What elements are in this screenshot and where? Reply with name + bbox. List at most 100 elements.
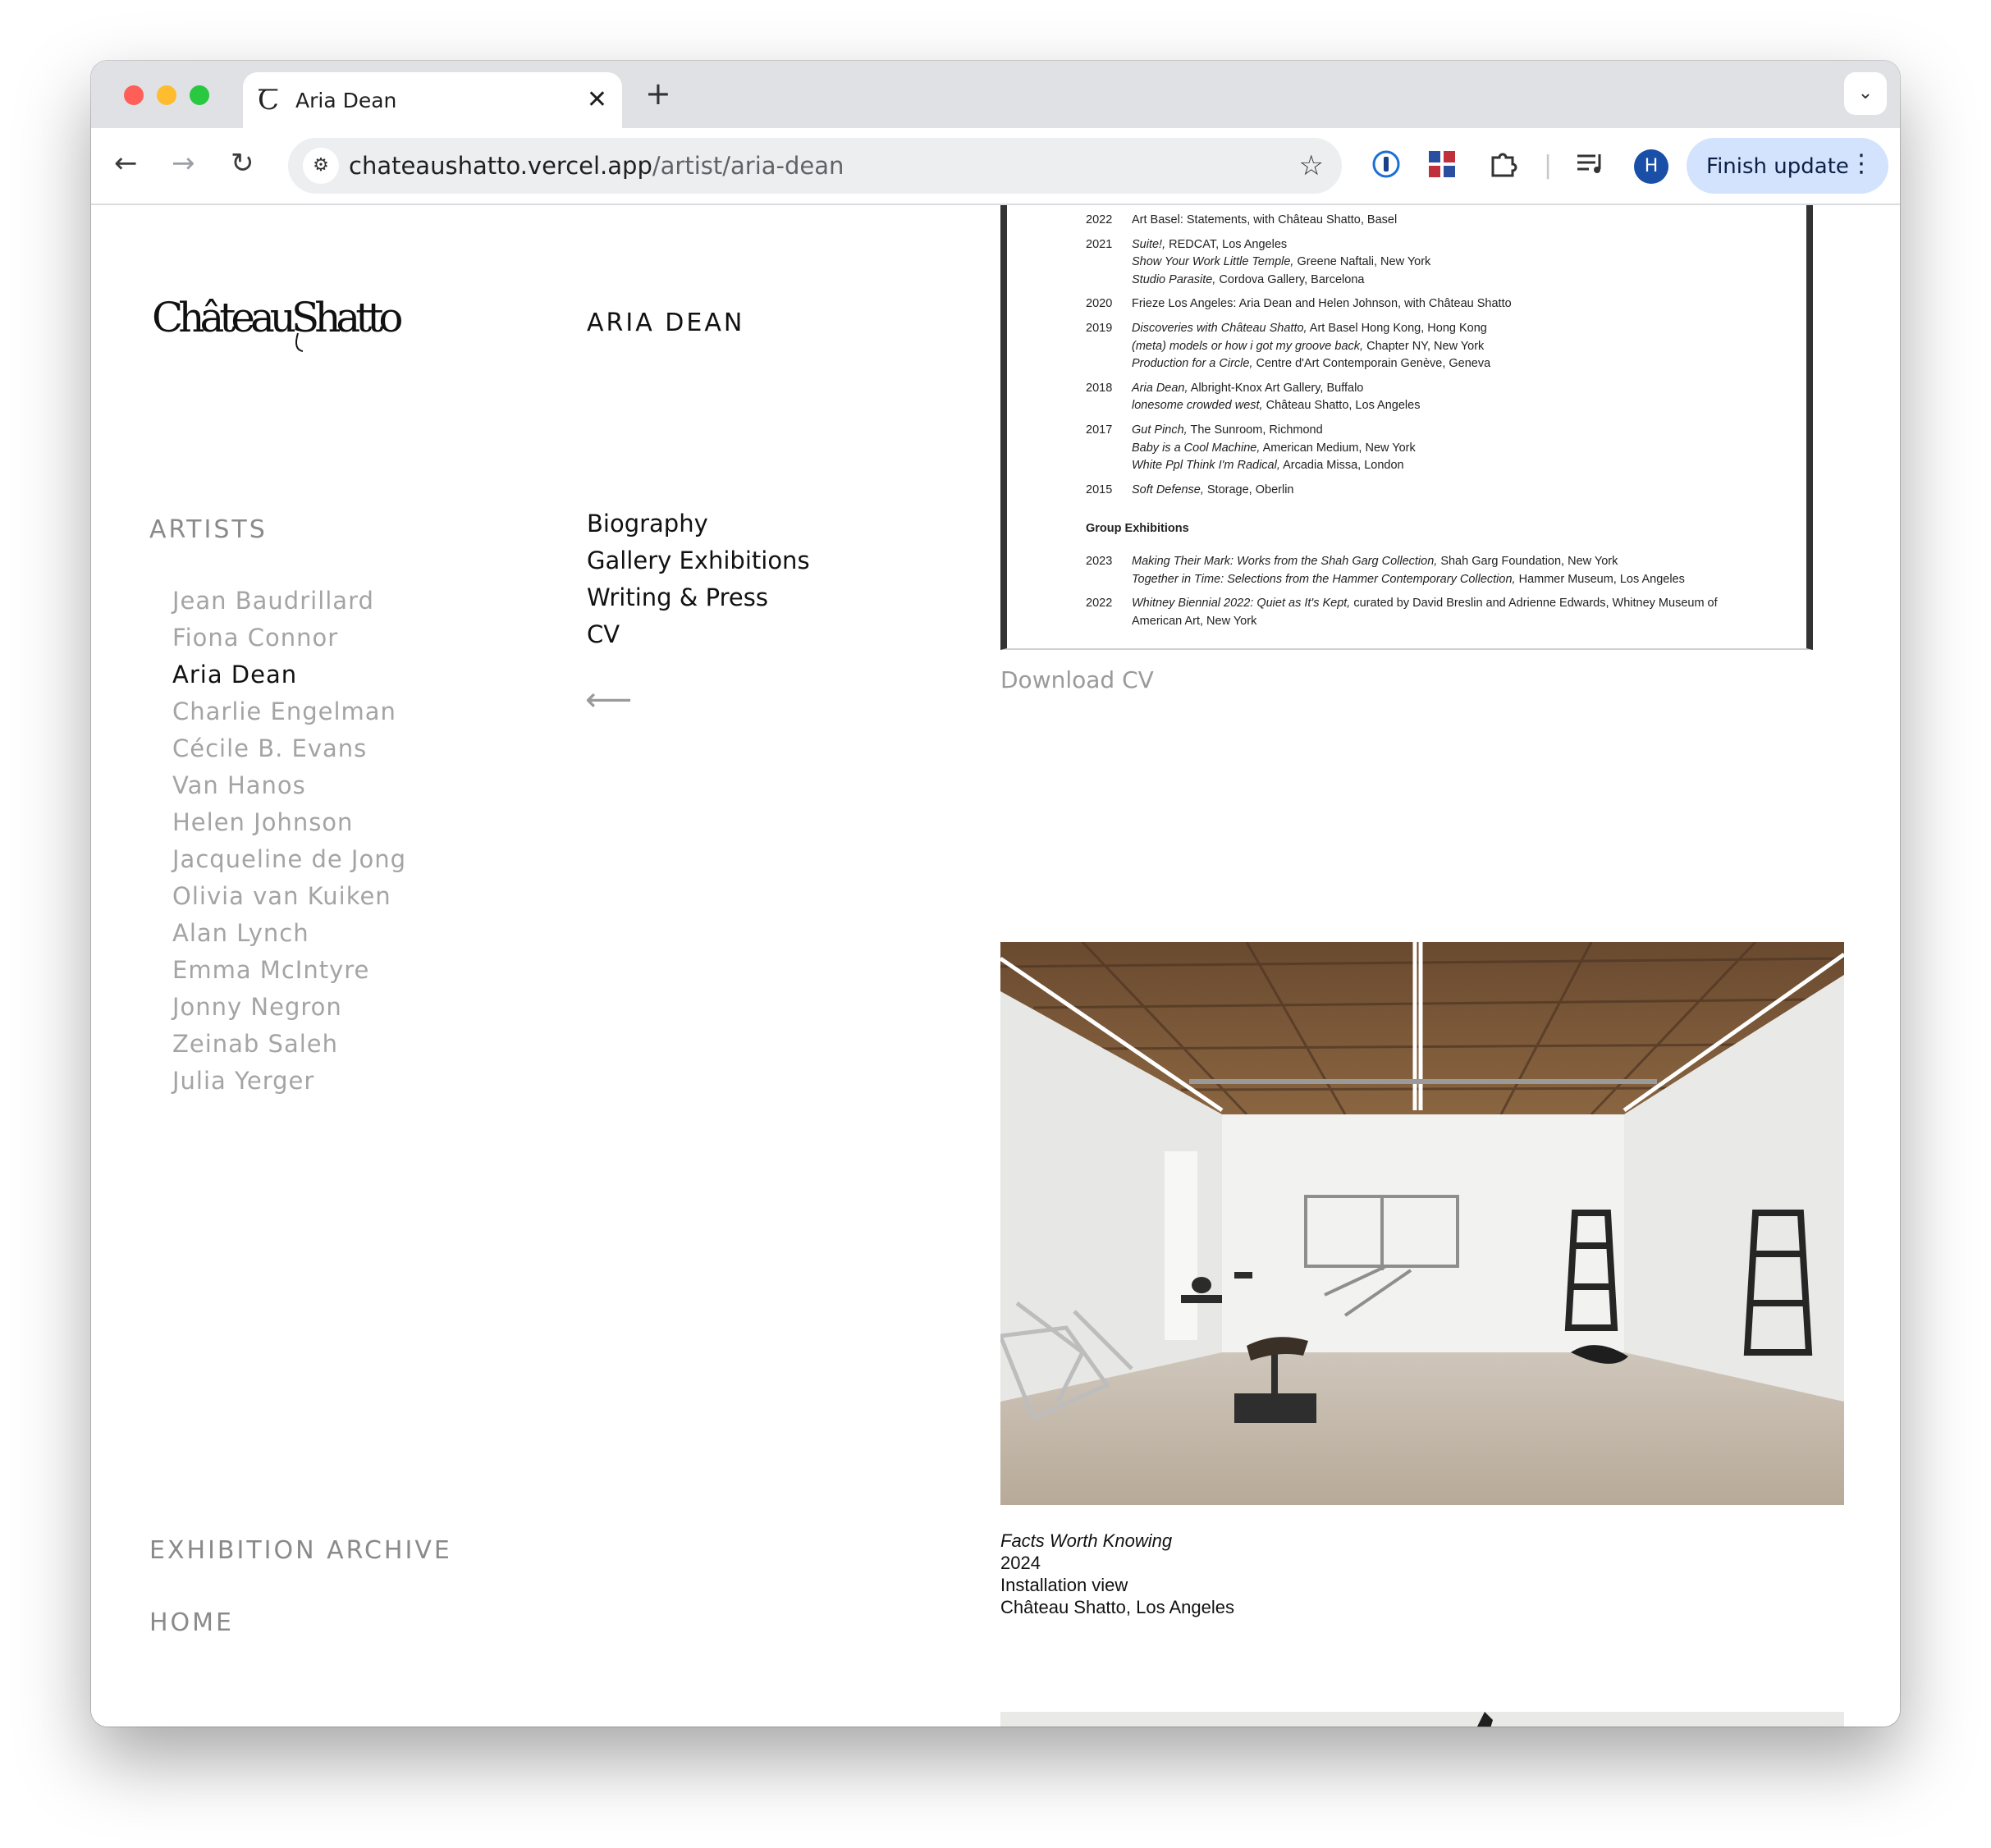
artist-link[interactable]: Jean Baudrillard [172,583,406,620]
cv-entry-line: Production for a Circle, Centre d'Art Co… [1132,357,1490,370]
cv-year: 2022 [1086,597,1113,611]
cv-venue: Centre d'Art Contemporain Genève, Geneva [1252,357,1491,371]
cv-venue: American Medium, New York [1260,441,1416,455]
cv-entry-line: Aria Dean, Albright-Knox Art Gallery, Bu… [1132,382,1363,395]
cv-venue: Shah Garg Foundation, New York [1437,555,1618,568]
site-info-icon[interactable]: ⚙ [303,148,339,184]
new-tab-icon[interactable]: + [645,77,671,110]
artist-link[interactable]: Zeinab Saleh [172,1026,406,1063]
browser-window: Ꞇ Aria Dean ✕ + ⌄ ← → ↻ ⚙ chateaushatto.… [91,61,1900,1727]
second-artwork-image[interactable] [1000,1712,1844,1727]
caption-title: Facts Worth Knowing [1000,1530,1173,1551]
subnav-link[interactable]: Writing & Press [587,579,810,616]
artist-link[interactable]: Fiona Connor [172,620,406,656]
cv-venue: Hammer Museum, Los Angeles [1515,572,1685,586]
artist-link[interactable]: Aria Dean [172,656,406,693]
url-path: /artist/aria-dean [652,152,844,180]
forward-icon[interactable]: → [172,143,195,184]
tab-close-icon[interactable]: ✕ [587,84,607,117]
bookmark-star-icon[interactable]: ☆ [1299,148,1324,184]
cv-year: 2015 [1086,483,1113,496]
cv-entry-line: Whitney Biennial 2022: Quiet as It's Kep… [1132,597,1718,610]
artist-link[interactable]: Alan Lynch [172,915,406,952]
password-manager-extension-icon[interactable] [1371,149,1401,188]
cv-section-heading: Group Exhibitions [1086,522,1189,536]
url-text: chateaushatto.vercel.app/artist/aria-dea… [349,152,844,180]
artist-link[interactable]: Jacqueline de Jong [172,841,406,878]
cv-work-title: Studio Parasite, [1132,272,1216,286]
cv-venue: Château Shatto, Los Angeles [1262,399,1421,413]
cv-venue: The Sunroom, Richmond [1187,423,1323,437]
grid-extension-icon[interactable] [1427,149,1457,188]
artist-link[interactable]: Jonny Negron [172,989,406,1026]
cv-entry-line: Studio Parasite, Cordova Gallery, Barcel… [1132,273,1364,286]
cv-work-title: Making Their Mark: Works from the Shah G… [1132,555,1438,568]
back-icon[interactable]: ← [114,143,138,184]
artist-list: Jean Baudrillard Fiona Connor Aria Dean Cha… [172,583,406,1100]
cv-work-title: Baby is a Cool Machine, [1132,441,1261,455]
subnav-link[interactable]: CV [587,616,810,653]
artists-heading[interactable]: ARTISTS [149,515,268,544]
caption-type: Installation view [1000,1575,1128,1595]
caption-venue: Château Shatto, Los Angeles [1000,1597,1234,1617]
cv-work-title: Show Your Work Little Temple, [1132,255,1294,269]
cv-year: 2021 [1086,237,1113,251]
subnav-link[interactable]: Biography [587,505,810,542]
minimize-window-button[interactable] [157,85,176,105]
cv-work-title: Whitney Biennial 2022: Quiet as It's Kep… [1132,597,1351,611]
cv-work-title: lonesome crowded west, [1132,399,1263,413]
cv-entry-line: Soft Defense, Storage, Oberlin [1132,483,1293,496]
more-menu-icon[interactable]: ⋮ [1849,149,1874,178]
cv-venue: American Art, New York [1132,614,1257,628]
cv-work-title: (meta) models or how i got my groove bac… [1132,339,1364,353]
cv-entry-line: Art Basel: Statements, with Château Shat… [1132,213,1397,226]
tab-strip: Ꞇ Aria Dean ✕ + ⌄ [91,61,1900,128]
artist-link[interactable]: Helen Johnson [172,804,406,841]
installation-view-image[interactable] [1000,942,1844,1505]
exhibition-archive-link[interactable]: EXHIBITION ARCHIVE [149,1536,452,1565]
cv-venue: Chapter NY, New York [1363,339,1485,353]
cv-entry-line: Making Their Mark: Works from the Shah G… [1132,555,1618,568]
cv-entry-line: (meta) models or how i got my groove bac… [1132,340,1484,353]
tab-search-chevron-icon[interactable]: ⌄ [1844,72,1887,115]
artist-link[interactable]: Charlie Engelman [172,693,406,730]
zoom-window-button[interactable] [190,85,209,105]
cv-work-title: Aria Dean, [1132,381,1188,395]
browser-tab-active[interactable]: Ꞇ Aria Dean ✕ [243,72,622,128]
download-cv-link[interactable]: Download CV [1000,666,1154,693]
home-link[interactable]: HOME [149,1608,234,1637]
cv-venue: Cordova Gallery, Barcelona [1215,272,1365,286]
toolbar-divider: | [1544,151,1553,180]
back-arrow-icon[interactable]: ⟵ [585,681,632,719]
profile-avatar[interactable]: H [1634,149,1668,184]
cv-entry-line: Show Your Work Little Temple, Greene Naf… [1132,255,1430,268]
media-playlist-icon[interactable] [1575,149,1606,188]
artist-link[interactable]: Cécile B. Evans [172,730,406,767]
finish-update-button[interactable]: Finish update ⋮ [1687,138,1888,194]
chateau-shatto-logo[interactable]: ChâteauShatto [152,284,414,358]
extensions-puzzle-icon[interactable] [1488,149,1517,188]
address-bar[interactable]: ⚙ chateaushatto.vercel.app/artist/aria-d… [288,138,1342,194]
browser-toolbar: ← → ↻ ⚙ chateaushatto.vercel.app/artist/… [91,128,1900,205]
cv-document-preview[interactable]: 2022 Art Basel: Statements, with Château … [1000,205,1813,650]
cv-year: 2022 [1086,213,1113,226]
artist-link[interactable]: Emma McIntyre [172,952,406,989]
cv-entry-line: American Art, New York [1132,615,1256,628]
subnav-link[interactable]: Gallery Exhibitions [587,542,810,579]
artist-link[interactable]: Olivia van Kuiken [172,878,406,915]
cv-entry-line: White Ppl Think I'm Radical, Arcadia Mis… [1132,459,1404,472]
artist-name-heading: ARIA DEAN [587,309,745,337]
cv-venue: Storage, Oberlin [1203,483,1294,496]
reload-icon[interactable]: ↻ [231,143,254,184]
cv-entry-line: Frieze Los Angeles: Aria Dean and Helen … [1132,297,1512,310]
artist-link[interactable]: Julia Yerger [172,1063,406,1100]
site-favicon-icon: Ꞇ [258,84,280,117]
close-window-button[interactable] [124,85,144,105]
cv-year: 2019 [1086,322,1113,335]
artist-link[interactable]: Van Hanos [172,767,406,804]
cv-work-title: White Ppl Think I'm Radical, [1132,459,1280,473]
page-content: ChâteauShatto ARTISTS Jean Baudrillard Fi… [91,205,1900,1727]
cv-year: 2018 [1086,381,1113,395]
cv-entry-line: Gut Pinch, The Sunroom, Richmond [1132,423,1323,437]
cv-work-title: Gut Pinch, [1132,423,1188,437]
